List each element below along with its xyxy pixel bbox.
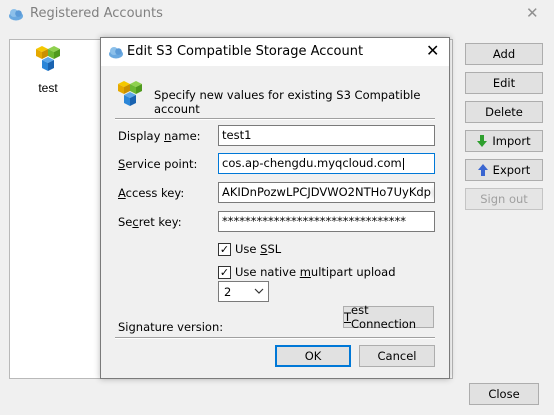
test-connection-label: est Connection — [351, 303, 417, 331]
edit-button-label: Edit — [492, 76, 516, 90]
display-name-label: Display name: — [118, 129, 201, 143]
display-name-value: test1 — [222, 128, 252, 142]
label-mnemonic: T — [344, 310, 352, 324]
import-button-label: Import — [492, 134, 531, 148]
delete-button[interactable]: Delete — [465, 101, 543, 123]
label-part: Se — [118, 215, 133, 229]
cloud-app-icon — [109, 47, 123, 59]
cancel-button-label: Cancel — [377, 349, 417, 363]
access-key-input[interactable]: AKIDnPozwLPCJDVWO2NTHo7UyKdp — [218, 182, 435, 203]
redacted-blur — [430, 187, 434, 198]
dialog-body: Specify new values for existing S3 Compa… — [101, 66, 449, 378]
label-mnemonic: m — [299, 265, 311, 279]
parent-title-bar: Registered Accounts ✕ — [0, 0, 554, 29]
arrow-down-icon — [477, 135, 488, 147]
import-button[interactable]: Import — [465, 130, 543, 152]
secret-key-value: ******************************** — [222, 214, 406, 228]
arrow-up-icon — [477, 164, 488, 176]
close-button-label: Close — [488, 387, 520, 401]
separator — [115, 337, 435, 339]
export-button[interactable]: Export — [465, 159, 543, 181]
ok-button[interactable]: OK — [275, 345, 351, 367]
multipart-upload-checkbox[interactable]: ✓ Use native multipart upload — [218, 265, 396, 279]
service-point-label: Service point: — [118, 157, 197, 171]
display-name-input[interactable]: test1 — [218, 125, 435, 146]
signature-version-select[interactable]: 2 — [218, 281, 269, 302]
separator — [115, 118, 435, 120]
label-mnemonic: A — [118, 186, 126, 200]
close-button[interactable]: Close — [469, 383, 539, 405]
signature-version-label: Signature version: — [118, 320, 224, 334]
multipart-label: Use native multipart upload — [235, 265, 396, 279]
label-part: ervice point: — [125, 157, 198, 171]
service-point-value: cos.ap-chengdu.myqcloud.com — [222, 156, 402, 170]
export-button-label: Export — [492, 163, 531, 177]
dialog-close-icon[interactable]: ✕ — [426, 41, 439, 61]
sign-out-button-label: Sign out — [480, 192, 528, 206]
use-ssl-label: Use SSL — [235, 242, 281, 256]
edit-account-dialog: Edit S3 Compatible Storage Account ✕ Spe… — [100, 37, 450, 379]
checkbox-check-icon[interactable]: ✓ — [218, 242, 231, 256]
add-button-label: Add — [492, 47, 516, 61]
cloud-app-icon — [9, 9, 23, 21]
parent-window-title: Registered Accounts — [30, 6, 163, 21]
label-part: ame: — [171, 129, 201, 143]
label-part: Use — [235, 242, 261, 256]
dialog-title-bar: Edit S3 Compatible Storage Account ✕ — [101, 38, 449, 66]
use-ssl-checkbox[interactable]: ✓ Use SSL — [218, 242, 281, 256]
label-part: ret key: — [138, 215, 182, 229]
account-item[interactable]: test — [30, 43, 66, 95]
signature-version-value: 2 — [224, 285, 232, 299]
dialog-title: Edit S3 Compatible Storage Account — [127, 44, 364, 59]
delete-button-label: Delete — [485, 105, 523, 119]
label-part: SL — [267, 242, 282, 256]
label-part: Display — [118, 129, 165, 143]
service-point-input[interactable]: cos.ap-chengdu.myqcloud.com — [218, 153, 435, 174]
secret-key-label: Secret key: — [118, 215, 182, 229]
ok-button-label: OK — [304, 349, 322, 363]
label-part: ultipart upload — [310, 265, 396, 279]
s3-cubes-icon — [118, 81, 142, 106]
edit-button[interactable]: Edit — [465, 72, 543, 94]
access-key-label: Access key: — [118, 186, 184, 200]
access-key-value: AKIDnPozwLPCJDVWO2NTHo7UyKdp — [222, 185, 431, 199]
chevron-down-icon — [254, 288, 264, 294]
test-connection-button[interactable]: Test Connection — [343, 303, 434, 331]
s3-cubes-icon — [36, 46, 60, 71]
label-part: Use native — [235, 265, 300, 279]
add-button[interactable]: Add — [465, 43, 543, 65]
cancel-button[interactable]: Cancel — [359, 345, 435, 367]
label-part: ccess key: — [125, 186, 185, 200]
account-label: test — [38, 81, 58, 95]
dialog-instructions: Specify new values for existing S3 Compa… — [154, 88, 421, 116]
secret-key-input[interactable]: ******************************** — [218, 211, 435, 232]
sign-out-button: Sign out — [465, 188, 543, 210]
checkbox-check-icon[interactable]: ✓ — [218, 265, 231, 279]
text-cursor — [402, 157, 404, 170]
parent-close-icon[interactable]: ✕ — [526, 4, 539, 22]
